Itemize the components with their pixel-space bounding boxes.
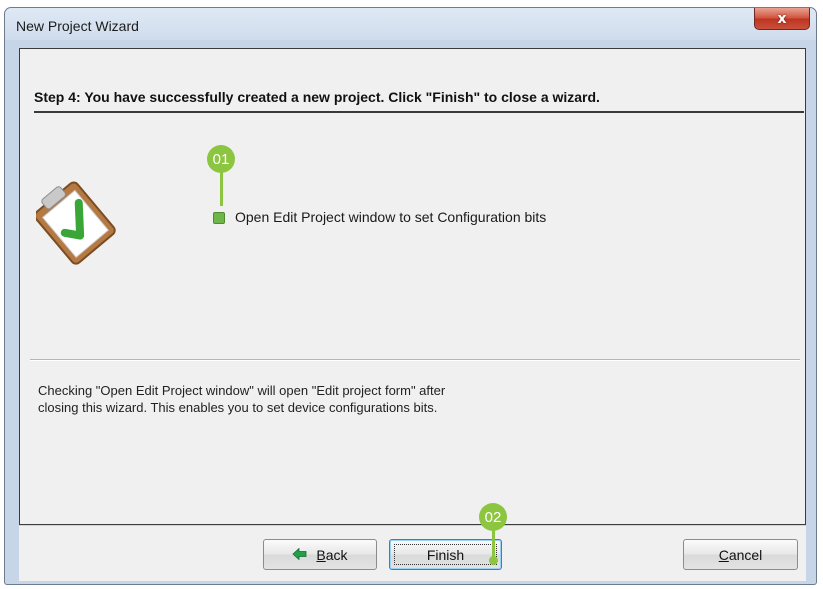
finish-button[interactable]: Finish: [389, 539, 502, 570]
callout-01-line: [220, 172, 223, 206]
close-button[interactable]: x: [754, 8, 810, 30]
cancel-button[interactable]: Cancel: [683, 539, 798, 570]
open-edit-project-label[interactable]: Open Edit Project window to set Configur…: [235, 209, 546, 225]
wizard-content: Step 4: You have successfully created a …: [19, 48, 806, 525]
step-title: Step 4: You have successfully created a …: [34, 89, 600, 105]
title-bar: New Project Wizard x: [5, 8, 816, 42]
back-arrow-icon: [292, 547, 307, 563]
back-button[interactable]: Back: [263, 539, 377, 570]
clipboard-check-icon: [36, 181, 116, 265]
callout-01-badge: 01: [207, 145, 235, 173]
wizard-window: New Project Wizard x Step 4: You have su…: [4, 7, 817, 585]
help-line-2: closing this wizard. This enables you to…: [38, 400, 438, 415]
step-divider: [34, 111, 804, 113]
close-icon: x: [777, 10, 787, 27]
focus-rectangle: [394, 544, 497, 565]
open-edit-project-checkbox[interactable]: [213, 212, 225, 224]
help-line-1: Checking "Open Edit Project window" will…: [38, 383, 446, 398]
cancel-label: Cancel: [718, 546, 763, 563]
callout-02-line: [492, 530, 495, 558]
callout-02-dot: [489, 556, 498, 565]
content-separator: [30, 359, 800, 361]
window-title: New Project Wizard: [16, 18, 139, 34]
help-text: Checking "Open Edit Project window" will…: [38, 382, 445, 416]
callout-02-badge: 02: [479, 503, 507, 531]
back-label: Back: [316, 546, 348, 563]
button-bar: Back Finish Cancel: [19, 526, 806, 581]
